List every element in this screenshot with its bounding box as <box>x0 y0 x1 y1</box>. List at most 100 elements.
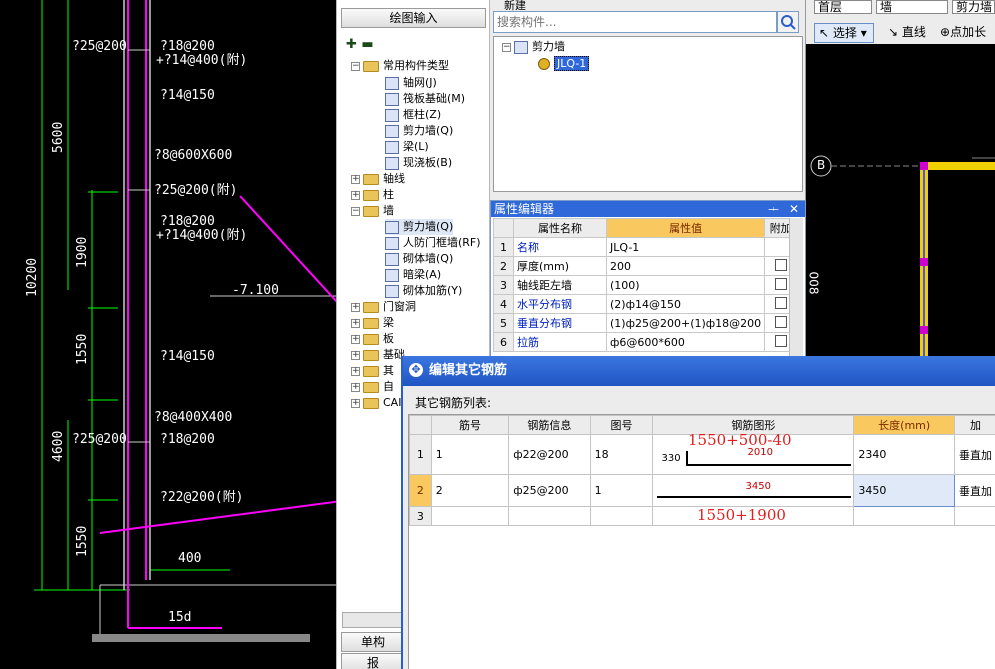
tree-item-wall-civil-defense[interactable]: 人防门框墙(RF) <box>385 235 481 251</box>
tree-group-slab[interactable]: + 板 <box>351 331 394 347</box>
select-button[interactable]: ↖ 选择 ▾ <box>814 23 874 43</box>
tree-group-other[interactable]: + 其 <box>351 363 394 379</box>
property-value[interactable]: (100) <box>605 275 766 295</box>
single-component-button[interactable]: 单构 <box>341 632 405 652</box>
extra-checkbox[interactable] <box>774 258 787 271</box>
folder-icon <box>363 397 379 409</box>
table-row[interactable]: 1 名称 JLQ-1 <box>493 237 798 257</box>
tree-group-beam[interactable]: + 梁 <box>351 315 394 331</box>
length-cell[interactable]: 2340 <box>853 434 955 475</box>
tree-item-wall-shear[interactable]: 剪力墙(Q) <box>385 219 454 235</box>
type-select[interactable]: 墙 <box>876 0 948 14</box>
property-value[interactable]: JLQ-1 <box>605 237 766 257</box>
tree-item-shear-wall[interactable]: 剪力墙(Q) <box>385 123 453 139</box>
search-input[interactable] <box>493 11 777 33</box>
table-row[interactable]: 2 2 ф25@200 1 3450 3450 垂直加 <box>409 474 995 507</box>
extra-checkbox[interactable] <box>774 315 787 328</box>
expand-icon[interactable]: + <box>351 318 360 328</box>
table-row[interactable]: 2 厚度(mm) 200 <box>493 256 798 276</box>
expand-icon[interactable]: + <box>351 382 360 392</box>
cad-label: ?14@150 <box>160 88 215 103</box>
extra-cell[interactable]: 垂直加 <box>953 474 995 507</box>
bar-number-cell[interactable]: 2 <box>430 474 510 507</box>
property-name: 轴线距左墙 <box>513 275 607 295</box>
cad-label: ?8@600X600 <box>154 148 233 163</box>
expand-icon[interactable]: + <box>351 174 360 184</box>
search-icon <box>781 15 796 30</box>
extra-cell[interactable]: 垂直加 <box>953 434 995 475</box>
row-number: 1 <box>409 434 432 475</box>
tree-group-custom[interactable]: + 自 <box>351 379 394 395</box>
close-icon[interactable]: ✕ <box>789 201 799 217</box>
line-button[interactable]: ↘ 直线 <box>888 23 926 43</box>
table-row[interactable]: 3 轴线距左墙 (100) <box>493 275 798 295</box>
tree-root-common[interactable]: − 常用构件类型 <box>351 58 449 74</box>
extra-checkbox[interactable] <box>774 296 787 309</box>
bar-info-cell[interactable]: ф25@200 <box>508 474 591 507</box>
tree-item-wall-masonry-rebar[interactable]: 砌体加筋(Y) <box>385 283 462 299</box>
expand-icon[interactable]: + <box>351 350 360 360</box>
bar-number-cell[interactable]: 1 <box>430 434 510 475</box>
tree-group-column[interactable]: + 柱 <box>351 187 394 203</box>
table-row[interactable]: 5 垂直分布钢 (1)ф25@200+(1)ф18@200 <box>493 313 798 333</box>
tree-group-foundation[interactable]: + 基础 <box>351 347 405 363</box>
tree-group-axis[interactable]: + 轴线 <box>351 171 405 187</box>
figure-number-cell[interactable]: 1 <box>589 474 654 507</box>
tree-item-slab[interactable]: 现浇板(B) <box>385 155 452 171</box>
property-name: 垂直分布钢 <box>513 313 607 333</box>
property-value[interactable]: 200 <box>605 256 766 276</box>
expand-icon[interactable]: + <box>351 302 360 312</box>
tree-group-openings[interactable]: + 门窗洞 <box>351 299 416 315</box>
extra-checkbox[interactable] <box>774 334 787 347</box>
extra-checkbox[interactable] <box>774 277 787 290</box>
tree-horizontal-scrollbar[interactable] <box>342 612 402 628</box>
bar-shape-cell[interactable]: 3450 <box>652 474 855 507</box>
property-scrollbar[interactable] <box>789 218 803 358</box>
bar-info-cell[interactable]: ф22@200 <box>508 434 591 475</box>
length-cell[interactable]: 3450 <box>853 474 955 507</box>
expand-icon[interactable]: + <box>351 366 360 376</box>
collapse-icon[interactable]: − <box>502 42 511 52</box>
cad-elevation: -7.100 <box>232 283 279 298</box>
tree-item-column[interactable]: 框柱(Z) <box>385 107 441 123</box>
tree-item-wall-masonry[interactable]: 砌体墙(Q) <box>385 251 453 267</box>
property-value[interactable]: (1)ф25@200+(1)ф18@200 <box>605 313 766 333</box>
point-extend-button[interactable]: ⊕点加长 <box>940 23 986 43</box>
expand-icon[interactable]: + <box>351 334 360 344</box>
bar-info-cell[interactable] <box>508 506 591 526</box>
expand-icon[interactable]: + <box>351 398 360 408</box>
annotation-calc-2: 1550+1900 <box>697 506 786 524</box>
dialog-title-bar[interactable]: ✥ 编辑其它钢筋 <box>403 356 995 386</box>
search-button[interactable] <box>777 11 799 33</box>
property-value[interactable]: (2)ф14@150 <box>605 294 766 314</box>
slab-icon <box>385 156 399 170</box>
draw-input-button[interactable]: 绘图输入 <box>341 8 486 28</box>
folder-icon <box>363 381 379 393</box>
component-select[interactable]: 剪力墙 <box>952 0 995 14</box>
property-value[interactable]: ф6@600*600 <box>605 332 766 352</box>
bar-number-cell[interactable] <box>430 506 510 526</box>
pin-icon[interactable]: ᆠ <box>768 201 779 217</box>
table-row[interactable]: 6 拉筋 ф6@600*600 <box>493 332 798 352</box>
component-tree-root[interactable]: − 剪力墙 <box>502 39 565 55</box>
expand-icon[interactable]: + <box>351 190 360 200</box>
extra-cell[interactable] <box>953 506 995 526</box>
collapse-icon[interactable]: − <box>351 61 360 71</box>
tree-item-raft[interactable]: 筏板基础(M) <box>385 91 465 107</box>
report-button[interactable]: 报 <box>341 653 405 669</box>
tree-item-beam[interactable]: 梁(L) <box>385 139 429 155</box>
tree-item-axis-grid[interactable]: 轴网(J) <box>385 75 437 91</box>
floor-select[interactable]: 首层 <box>814 0 872 14</box>
figure-number-cell[interactable]: 18 <box>589 434 654 475</box>
tree-group-wall[interactable]: − 墙 <box>351 203 394 219</box>
expand-collapse-buttons[interactable]: ✚ ▬ <box>346 37 374 52</box>
drawing-canvas[interactable]: B 008 <box>806 44 995 356</box>
figure-number-cell[interactable] <box>589 506 654 526</box>
tree-group-cad[interactable]: + CAI <box>351 395 401 411</box>
length-cell[interactable] <box>853 506 955 526</box>
folder-icon <box>363 365 379 377</box>
table-row[interactable]: 4 水平分布钢 (2)ф14@150 <box>493 294 798 314</box>
collapse-icon[interactable]: − <box>351 206 360 216</box>
component-tree-child[interactable]: JLQ-1 <box>538 56 590 72</box>
tree-item-wall-hidden-beam[interactable]: 暗梁(A) <box>385 267 441 283</box>
